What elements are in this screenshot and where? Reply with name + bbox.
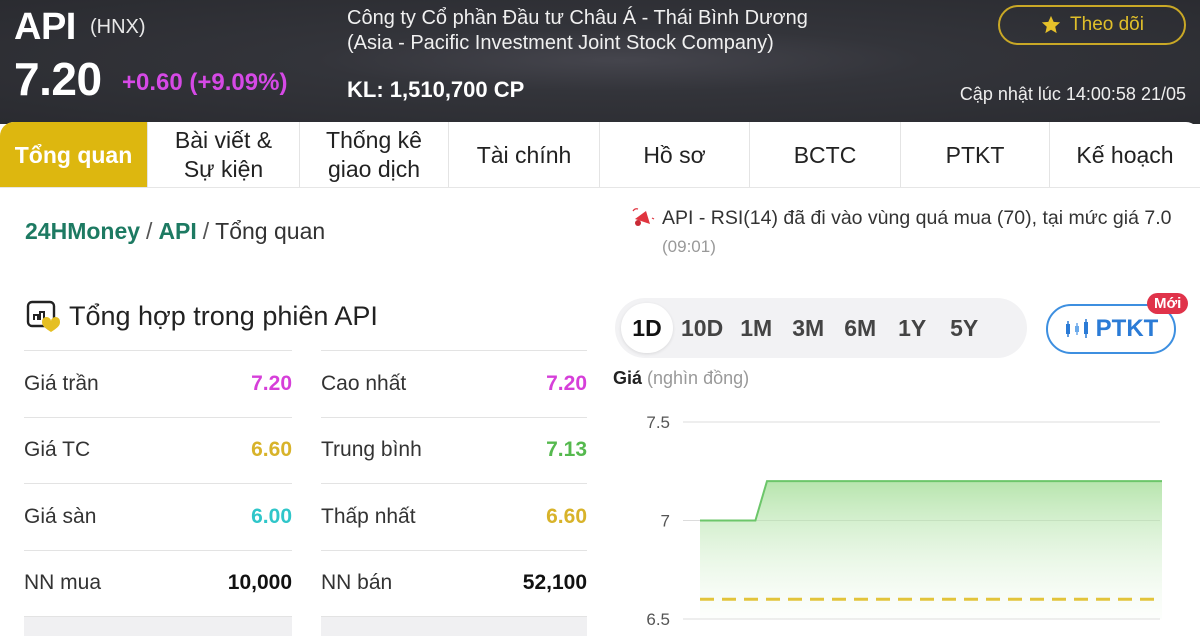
period-5y[interactable]: 5Y (939, 303, 989, 353)
alert-time: (09:01) (662, 237, 716, 256)
ticker-symbol: API (14, 6, 76, 48)
stat-row-gia-tc: Giá TC 6.60 (24, 416, 292, 484)
chart-axis-label: Giá (nghìn đồng) (613, 368, 749, 389)
tab-tong-quan[interactable]: Tổng quan (0, 122, 148, 187)
stat-label: Thấp nhất (321, 504, 416, 528)
star-icon (1041, 15, 1061, 34)
period-6m[interactable]: 6M (835, 303, 885, 353)
stat-row-gia-san: Giá sàn 6.00 (24, 483, 292, 550)
session-summary-icon (26, 300, 61, 332)
stat-value: 7.13 (546, 438, 587, 462)
stock-header: API (HNX) 7.20 +0.60 (+9.09%) Công ty Cổ… (0, 0, 1200, 124)
stat-footer (321, 616, 587, 636)
stat-row-nn-ban: NN bán 52,100 (321, 549, 587, 617)
stats-left-column: Giá trần 7.20 Giá TC 6.60 Giá sàn 6.00 NN m… (24, 350, 292, 636)
period-10d[interactable]: 10D (675, 303, 729, 353)
alert-bell-icon (632, 208, 655, 226)
stat-value: 6.60 (251, 438, 292, 462)
stat-label: NN mua (24, 571, 102, 595)
update-timestamp: Cập nhật lúc 14:00:58 21/05 (959, 84, 1186, 104)
section-title-text: Tổng hợp trong phiên API (69, 300, 378, 331)
stat-value: 6.00 (251, 504, 292, 528)
period-1d[interactable]: 1D (621, 303, 673, 353)
stat-row-nn-mua: NN mua 10,000 (24, 549, 292, 617)
price-chart: 7.5 7 6.5 (646, 413, 1162, 629)
trading-volume: KL: 1,510,700 CP (347, 77, 525, 102)
period-3m[interactable]: 3M (783, 303, 833, 353)
follow-button[interactable]: Theo dõi (998, 5, 1186, 45)
company-name-vi: Công ty Cổ phần Đầu tư Châu Á - Thái Bìn… (347, 7, 808, 29)
main-tabs: Tổng quan Bài viết & Sự kiện Thống kê gi… (0, 122, 1200, 188)
company-name-en: (Asia - Pacific Investment Joint Stock C… (347, 32, 774, 54)
stats-right-column: Cao nhất 7.20 Trung bình 7.13 Thấp nhất 6.6… (321, 350, 587, 636)
current-price: 7.20 (14, 53, 102, 105)
stat-value: 10,000 (227, 571, 292, 595)
chart-label-bold: Giá (613, 368, 643, 388)
breadcrumb-ticker[interactable]: API (158, 218, 196, 244)
rsi-alert[interactable]: API - RSI(14) đã đi vào vùng quá mua (70… (630, 204, 1195, 261)
stat-value: 7.20 (546, 371, 587, 395)
breadcrumb-home[interactable]: 24HMoney (25, 218, 140, 244)
stat-label: NN bán (321, 571, 393, 595)
candlestick-icon (1065, 319, 1088, 338)
breadcrumb: 24HMoney / API / Tổng quan (25, 218, 325, 245)
period-1y[interactable]: 1Y (887, 303, 937, 353)
y-tick-label: 7.5 (646, 413, 670, 432)
breadcrumb-separator: / (146, 218, 153, 244)
tab-ptkt[interactable]: PTKT (901, 122, 1050, 187)
tab-thong-ke[interactable]: Thống kê giao dịch (300, 122, 449, 187)
breadcrumb-current: Tổng quan (215, 218, 326, 244)
stat-value: 7.20 (251, 371, 292, 395)
breadcrumb-separator: / (202, 218, 210, 244)
stat-label: Cao nhất (321, 371, 407, 395)
stat-row-cao-nhat: Cao nhất 7.20 (321, 350, 587, 417)
stat-row-thap-nhat: Thấp nhất 6.60 (321, 483, 587, 550)
tab-ke-hoach[interactable]: Kế hoạch (1050, 122, 1200, 187)
stat-row-trung-binh: Trung bình 7.13 (321, 416, 587, 484)
tab-tai-chinh[interactable]: Tài chính (449, 122, 600, 187)
follow-label: Theo dõi (1070, 14, 1144, 35)
period-selector: 1D 10D 1M 3M 6M 1Y 5Y (615, 298, 1027, 358)
company-name: Công ty Cổ phần Đầu tư Châu Á - Thái Bìn… (347, 6, 808, 56)
stat-footer (24, 616, 292, 636)
y-tick-label: 6.5 (646, 610, 670, 629)
stat-value: 6.60 (546, 504, 587, 528)
stat-label: Trung bình (321, 438, 422, 462)
new-badge: Mới (1147, 293, 1189, 314)
chart-label-unit: (nghìn đồng) (647, 368, 750, 388)
stat-label: Giá trần (24, 371, 99, 395)
exchange-label: (HNX) (90, 16, 146, 38)
tab-ho-so[interactable]: Hồ sơ (600, 122, 750, 187)
stat-label: Giá sàn (24, 504, 97, 528)
y-tick-label: 7 (661, 512, 670, 531)
stat-value: 52,100 (522, 571, 587, 595)
tab-bai-viet[interactable]: Bài viết & Sự kiện (148, 122, 300, 187)
stat-row-gia-tran: Giá trần 7.20 (24, 350, 292, 417)
stat-label: Giá TC (24, 438, 91, 462)
price-change: +0.60 (+9.09%) (122, 69, 288, 96)
period-1m[interactable]: 1M (731, 303, 781, 353)
alert-text: API - RSI(14) đã đi vào vùng quá mua (70… (662, 207, 1172, 229)
section-title: Tổng hợp trong phiên API (25, 298, 378, 334)
tab-bctc[interactable]: BCTC (750, 122, 901, 187)
ptkt-label: PTKT (1095, 315, 1159, 342)
